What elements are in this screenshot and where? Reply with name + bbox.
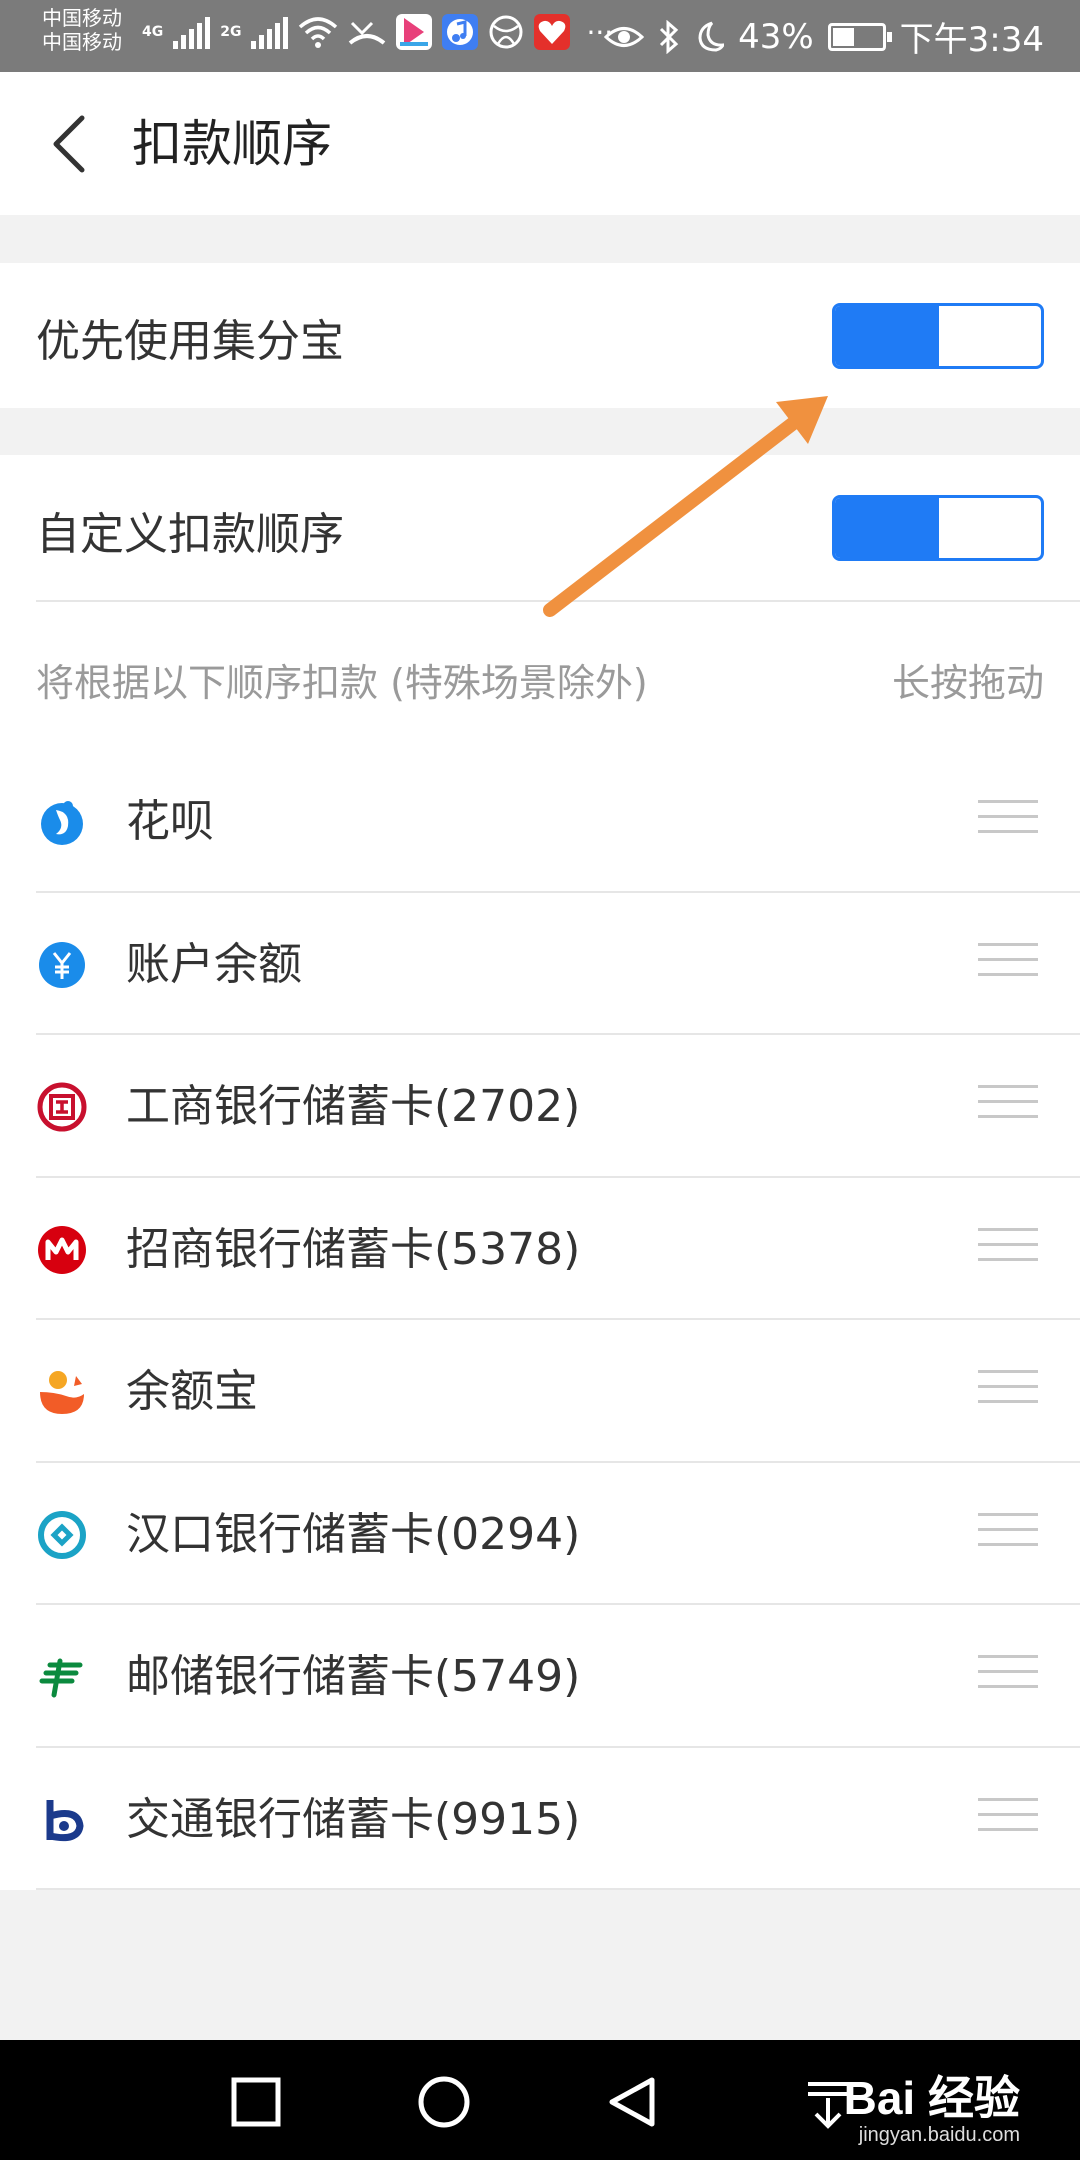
list-item[interactable]: 邮储银行储蓄卡(5749): [0, 1605, 1080, 1748]
status-left-icons: 4G 2G ···: [142, 14, 613, 50]
drag-handle-icon[interactable]: [978, 1512, 1038, 1555]
status-bar: 中国移动 中国移动 4G 2G ··· 43% 下午3:34: [0, 0, 1080, 72]
payment-method-list: 花呗 账户余额 工商银行储蓄卡(2702) 招商银行储蓄卡(5378) 余额宝 …: [0, 750, 1080, 1890]
do-not-disturb-moon-icon: [698, 21, 725, 52]
drag-handle-icon[interactable]: [978, 800, 1038, 842]
signal-icon-2: [251, 15, 289, 49]
missed-call-icon: [349, 21, 386, 45]
order-hint-text: 将根据以下顺序扣款 (特殊场景除外): [36, 661, 648, 705]
prefer-points-label: 优先使用集分宝: [36, 316, 344, 367]
baidu-jingyan-watermark: Bai 经验: [843, 2072, 1020, 2124]
app-notification-icon-1: [396, 14, 433, 50]
list-item[interactable]: 工商银行储蓄卡(2702): [0, 1035, 1080, 1178]
drag-handle-icon[interactable]: [978, 1370, 1038, 1412]
payment-method-label: 工商银行储蓄卡(2702): [126, 1081, 581, 1132]
drag-handle-icon[interactable]: [978, 942, 1038, 985]
prefer-points-toggle[interactable]: [832, 303, 1044, 369]
drag-handle-icon[interactable]: [978, 1797, 1038, 1840]
ball-app-icon: [488, 14, 524, 50]
hankou-bank-icon: [38, 1510, 86, 1559]
list-item[interactable]: 汉口银行储蓄卡(0294): [0, 1463, 1080, 1605]
drag-hint-text: 长按拖动: [891, 661, 1044, 705]
eye-comfort-icon: [604, 26, 645, 47]
watermark-url: jingyan.baidu.com: [858, 2124, 1020, 2146]
battery-percentage: 43%: [738, 16, 814, 57]
huabei-icon: [41, 801, 83, 845]
psbc-icon: [39, 1658, 83, 1698]
app-notification-icon-2: [534, 14, 571, 50]
prefer-points-row: 优先使用集分宝: [0, 263, 1080, 408]
network-type-1: 4G: [142, 24, 164, 40]
cmb-icon: [38, 1225, 86, 1274]
network-type-2: 2G: [220, 24, 242, 40]
wifi-icon: [299, 17, 338, 48]
yuebao-icon: [40, 1371, 84, 1414]
status-right-icons: 43% 下午3:34: [604, 12, 1044, 61]
home-circle-icon[interactable]: [416, 2074, 472, 2130]
battery-icon: [827, 22, 892, 51]
list-item[interactable]: 余额宝: [0, 1320, 1080, 1463]
icbc-icon: [37, 1082, 87, 1132]
page-title: 扣款顺序: [132, 115, 332, 173]
payment-method-label: 汉口银行储蓄卡(0294): [126, 1508, 581, 1560]
bocom-icon: [46, 1799, 84, 1841]
recents-square-icon[interactable]: [228, 2074, 284, 2130]
carrier-1: 中国移动: [42, 6, 122, 30]
balance-icon: [39, 941, 85, 988]
list-item[interactable]: 账户余额: [0, 893, 1080, 1035]
drag-handle-icon[interactable]: [978, 1227, 1038, 1270]
list-item[interactable]: 招商银行储蓄卡(5378): [0, 1178, 1080, 1320]
clock-time: 下午3:34: [899, 20, 1044, 60]
music-app-icon: [442, 14, 479, 50]
list-item[interactable]: 花呗: [0, 750, 1080, 893]
signal-icon-1: [173, 15, 211, 49]
carrier-2: 中国移动: [42, 30, 122, 54]
payment-method-label: 账户余额: [126, 938, 302, 990]
payment-method-label: 花呗: [126, 796, 214, 847]
section-divider: [36, 600, 1080, 602]
payment-method-label: 邮储银行储蓄卡(5749): [126, 1651, 581, 1702]
custom-order-label: 自定义扣款顺序: [36, 509, 344, 560]
list-item[interactable]: 交通银行储蓄卡(9915): [0, 1748, 1080, 1890]
carrier-info: 中国移动 中国移动: [42, 6, 122, 54]
custom-order-toggle[interactable]: [832, 495, 1044, 561]
back-arrow-icon[interactable]: [40, 108, 100, 180]
payment-method-label: 招商银行储蓄卡(5378): [126, 1223, 581, 1275]
payment-method-label: 交通银行储蓄卡(9915): [126, 1793, 581, 1845]
bluetooth-icon: [660, 19, 679, 54]
back-triangle-icon[interactable]: [604, 2074, 660, 2130]
drag-handle-icon[interactable]: [978, 1085, 1038, 1127]
drag-handle-icon[interactable]: [978, 1655, 1038, 1697]
payment-method-label: 余额宝: [126, 1366, 258, 1417]
nav-header: 扣款顺序: [0, 72, 1080, 215]
system-nav-bar: Bai 经验 jingyan.baidu.com: [0, 2040, 1080, 2160]
